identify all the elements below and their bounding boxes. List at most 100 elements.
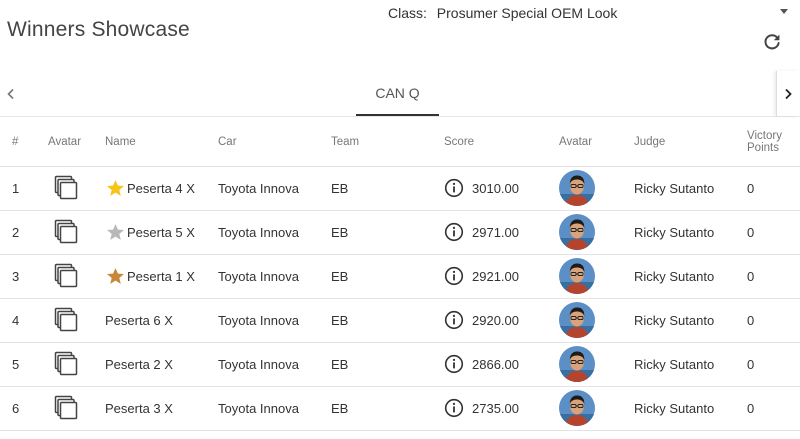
team: EB <box>331 268 349 284</box>
table-row[interactable]: 1 Peserta 4 X Toyota Innova EB 3010.00 Ricky … <box>0 166 800 211</box>
info-icon[interactable] <box>444 222 464 242</box>
score-cell: 2735.00 <box>444 386 559 431</box>
victory-points-cell: 0 <box>747 166 800 211</box>
table-row[interactable]: 2 Peserta 5 X Toyota Innova EB 2971.00 Ricky … <box>0 210 800 255</box>
judge-name: Ricky Sutanto <box>634 312 715 328</box>
judge-avatar-cell <box>559 166 634 211</box>
photo-stack-icon[interactable] <box>53 307 79 333</box>
victory-points: 0 <box>747 180 755 196</box>
tab-can-q[interactable]: CAN Q <box>356 71 439 116</box>
tab-next-button[interactable] <box>776 71 798 116</box>
score: 2921.00 <box>472 268 519 284</box>
table-row[interactable]: 4 Peserta 6 X Toyota Innova EB 2920.00 Ricky … <box>0 298 800 343</box>
column-header-avatar: Avatar <box>48 118 105 167</box>
judge-name: Ricky Sutanto <box>634 400 715 416</box>
name-cell: Peserta 1 X <box>105 254 218 299</box>
info-icon[interactable] <box>444 310 464 330</box>
class-select[interactable]: Class: Prosumer Special OEM Look <box>388 5 788 25</box>
victory-header-line-2: Points <box>747 141 779 154</box>
rank: 1 <box>12 180 20 196</box>
participant-name: Peserta 1 X <box>127 268 195 284</box>
car: Toyota Innova <box>218 268 299 284</box>
victory-points: 0 <box>747 224 755 240</box>
rank-cell: 3 <box>0 254 48 299</box>
judge-name: Ricky Sutanto <box>634 268 715 284</box>
score-cell: 3010.00 <box>444 166 559 211</box>
score-cell: 2866.00 <box>444 342 559 387</box>
star-icon <box>106 267 125 286</box>
rank: 4 <box>12 312 20 328</box>
tab-bar: CAN Q <box>0 71 800 117</box>
table-row[interactable]: 3 Peserta 1 X Toyota Innova EB 2921.00 Ricky … <box>0 254 800 299</box>
column-header-score: Score <box>444 118 559 167</box>
rank-cell: 6 <box>0 386 48 431</box>
avatar-cell <box>48 386 105 431</box>
info-icon[interactable] <box>444 266 464 286</box>
car-cell: Toyota Innova <box>218 210 331 255</box>
table-header-row: # Avatar Name Car Team Score Avatar Judg… <box>0 118 800 167</box>
participant-name: Peserta 2 X <box>105 356 173 372</box>
judge-avatar <box>559 390 595 426</box>
judge-cell: Ricky Sutanto <box>634 166 747 211</box>
photo-stack-icon[interactable] <box>53 351 79 377</box>
winners-table: # Avatar Name Car Team Score Avatar Judg… <box>0 118 800 431</box>
judge-avatar-cell <box>559 210 634 255</box>
column-header-car: Car <box>218 118 331 167</box>
judge-name: Ricky Sutanto <box>634 356 715 372</box>
judge-avatar <box>559 302 595 338</box>
photo-stack-icon[interactable] <box>53 175 79 201</box>
chevron-right-icon <box>784 88 792 99</box>
column-header-judge: Judge <box>634 118 747 167</box>
table-row[interactable]: 5 Peserta 2 X Toyota Innova EB 2866.00 Ricky … <box>0 342 800 387</box>
car: Toyota Innova <box>218 312 299 328</box>
victory-points-cell: 0 <box>747 254 800 299</box>
car-cell: Toyota Innova <box>218 342 331 387</box>
column-header-name: Name <box>105 118 218 167</box>
avatar-cell <box>48 298 105 343</box>
name-cell: Peserta 2 X <box>105 342 218 387</box>
name-cell: Peserta 5 X <box>105 210 218 255</box>
score: 2866.00 <box>472 356 519 372</box>
score: 2971.00 <box>472 224 519 240</box>
info-icon[interactable] <box>444 354 464 374</box>
column-header-team: Team <box>331 118 444 167</box>
photo-stack-icon[interactable] <box>53 395 79 421</box>
avatar-cell <box>48 254 105 299</box>
team-cell: EB <box>331 254 444 299</box>
judge-name: Ricky Sutanto <box>634 224 715 240</box>
team-cell: EB <box>331 210 444 255</box>
avatar-cell <box>48 210 105 255</box>
photo-stack-icon[interactable] <box>53 263 79 289</box>
score-cell: 2971.00 <box>444 210 559 255</box>
victory-points: 0 <box>747 400 755 416</box>
refresh-button[interactable] <box>762 32 782 52</box>
car: Toyota Innova <box>218 356 299 372</box>
judge-avatar <box>559 258 595 294</box>
photo-stack-icon[interactable] <box>53 219 79 245</box>
judge-cell: Ricky Sutanto <box>634 254 747 299</box>
judge-avatar <box>559 214 595 250</box>
info-icon[interactable] <box>444 398 464 418</box>
victory-points-cell: 0 <box>747 342 800 387</box>
car-cell: Toyota Innova <box>218 298 331 343</box>
score: 2735.00 <box>472 400 519 416</box>
class-value: Prosumer Special OEM Look <box>436 5 618 21</box>
name-cell: Peserta 3 X <box>105 386 218 431</box>
car-cell: Toyota Innova <box>218 166 331 211</box>
score: 2920.00 <box>472 312 519 328</box>
star-icon <box>106 179 125 198</box>
car-cell: Toyota Innova <box>218 254 331 299</box>
column-header-victory-points: Victory Points <box>747 118 800 167</box>
rank-cell: 4 <box>0 298 48 343</box>
info-icon[interactable] <box>444 178 464 198</box>
participant-name: Peserta 3 X <box>105 400 173 416</box>
star-icon <box>106 223 125 242</box>
victory-points: 0 <box>747 312 755 328</box>
rank-cell: 1 <box>0 166 48 211</box>
victory-points-cell: 0 <box>747 298 800 343</box>
tab-prev-button[interactable] <box>0 71 22 116</box>
column-header-judge-avatar: Avatar <box>559 118 634 167</box>
team: EB <box>331 224 349 240</box>
table-row[interactable]: 6 Peserta 3 X Toyota Innova EB 2735.00 Ricky … <box>0 386 800 431</box>
victory-points-cell: 0 <box>747 210 800 255</box>
